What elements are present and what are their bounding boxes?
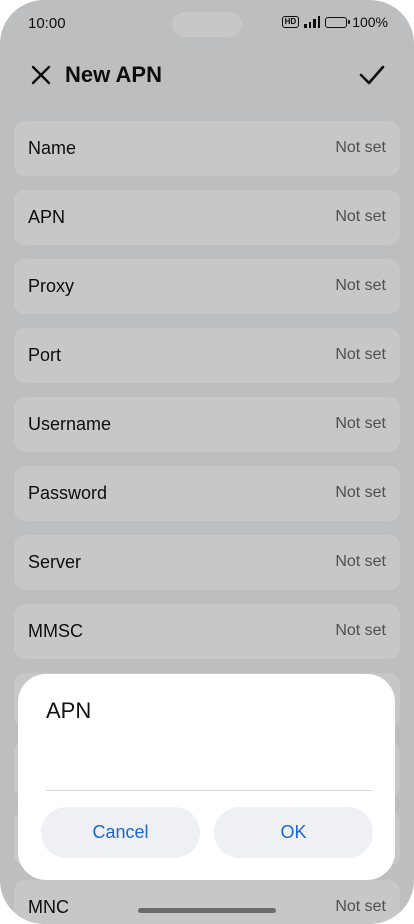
ok-button[interactable]: OK	[214, 807, 373, 858]
dialog-title: APN	[46, 698, 92, 723]
home-indicator[interactable]	[138, 908, 276, 913]
cancel-button[interactable]: Cancel	[41, 807, 200, 858]
phone-screen: 10:00 HD 100% New APN Name Not set APN N…	[0, 0, 414, 924]
apn-input[interactable]	[46, 744, 372, 791]
apn-input-dialog: APN Cancel OK	[18, 674, 395, 880]
